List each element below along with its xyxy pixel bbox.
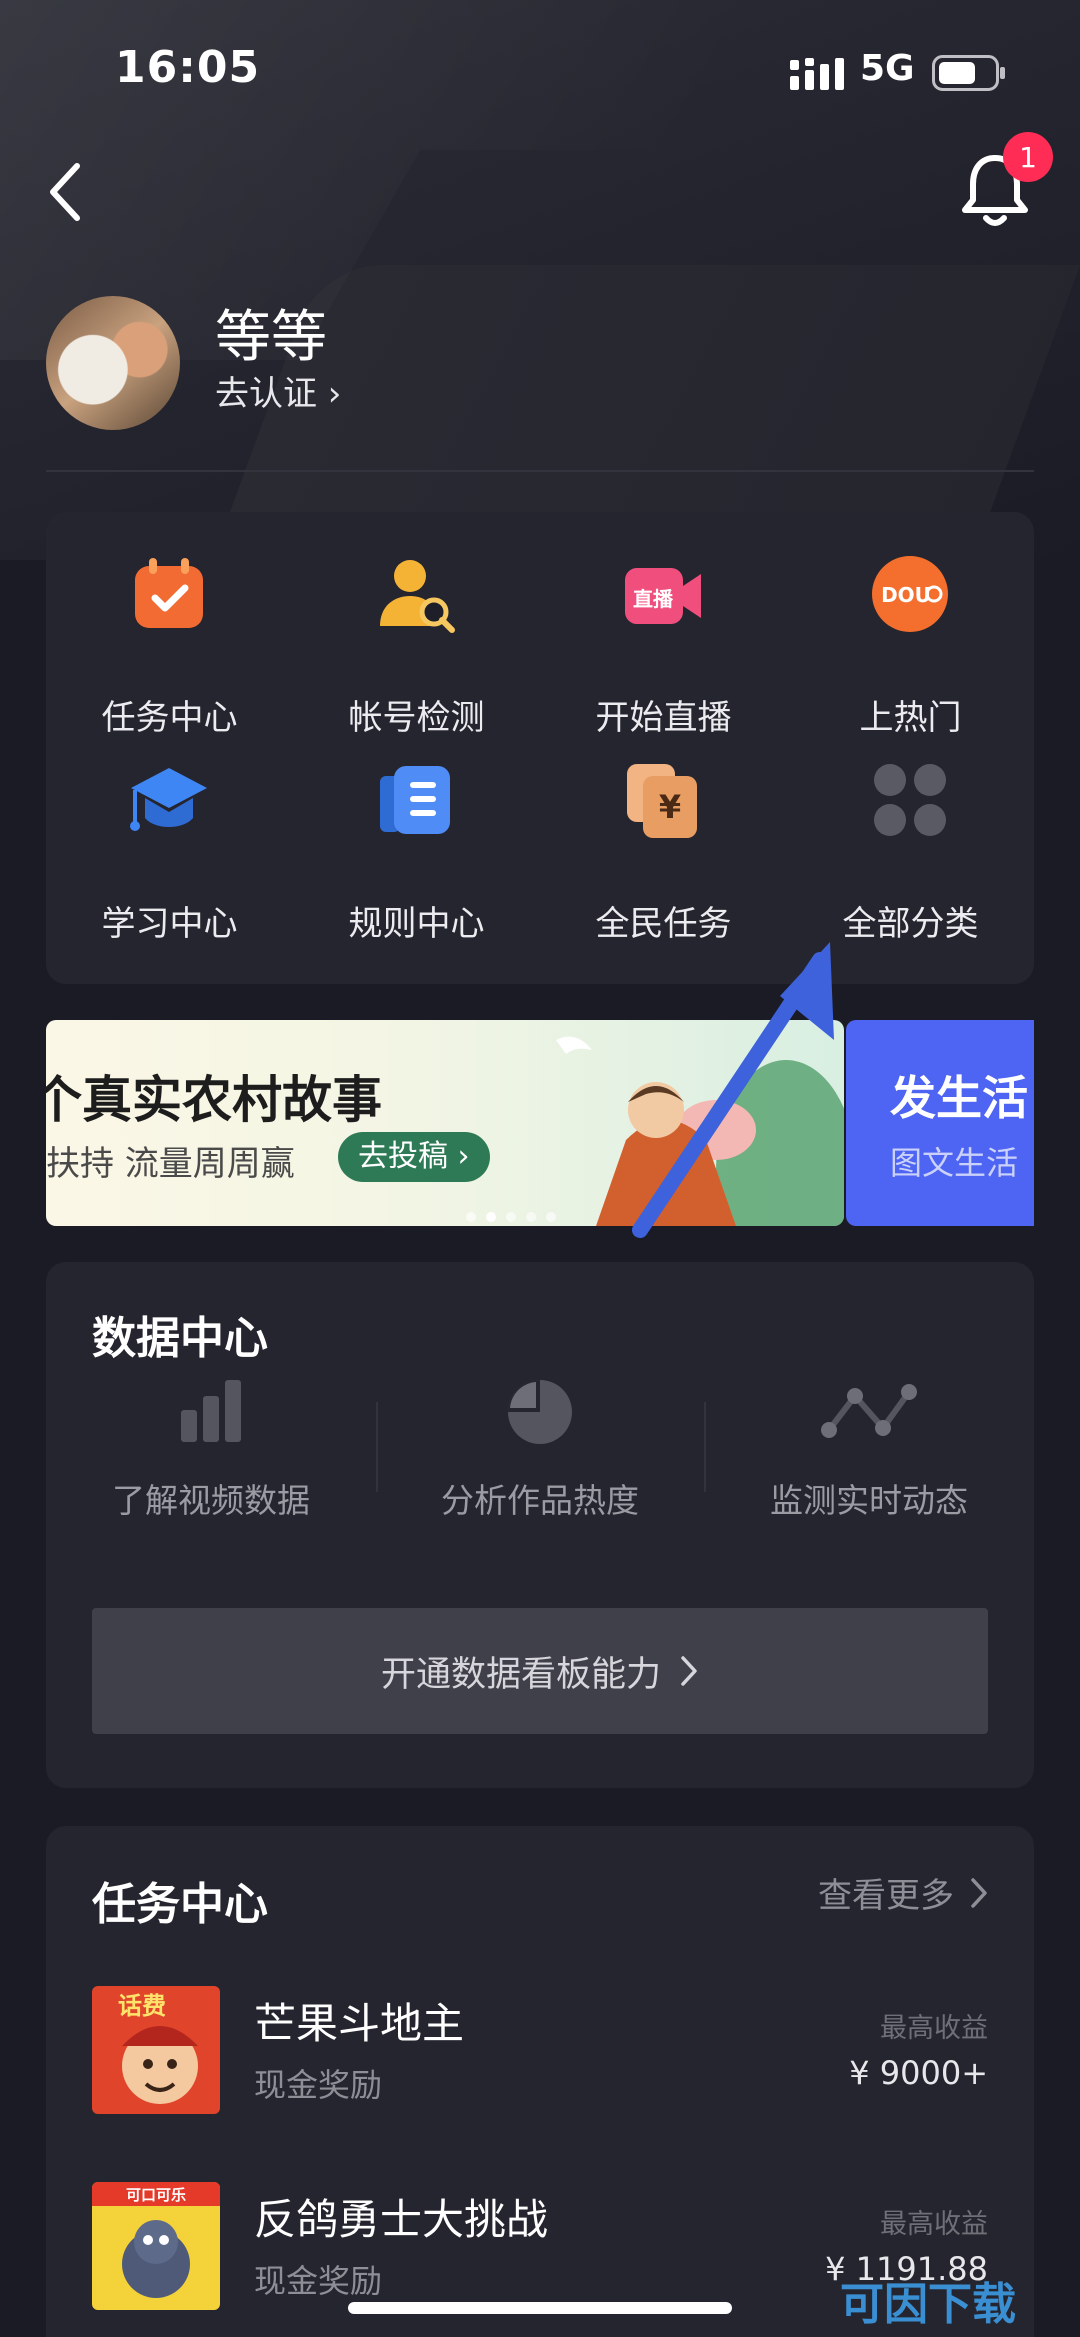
status-bar: 16:05 5G xyxy=(0,0,1080,140)
calendar-check-icon xyxy=(135,558,203,628)
task-tag: 现金奖励 xyxy=(254,2066,383,2104)
user-search-icon xyxy=(380,560,455,633)
task-tag: 现金奖励 xyxy=(254,2262,383,2300)
chevron-right-icon xyxy=(681,1656,697,1686)
chevron-right-icon xyxy=(971,1877,987,1908)
grid-item-task-center[interactable]: 任务中心 xyxy=(46,512,293,738)
network-type: 5G xyxy=(860,48,915,89)
grid-item-learning[interactable]: 学习中心 xyxy=(46,718,293,944)
open-dashboard-button[interactable]: 开通数据看板能力 xyxy=(92,1608,988,1734)
grid-item-account-check[interactable]: 帐号检测 xyxy=(293,512,540,738)
data-center-card: 数据中心 了解视频数据 分析作品热度 监测实时动态 开通数据看板能力 xyxy=(46,1262,1034,1788)
live-camera-icon: 直播 xyxy=(625,568,701,624)
grid-label: 全民任务 xyxy=(595,904,732,944)
banner-pagination xyxy=(466,1212,556,1222)
grid-item-all-tasks[interactable]: ¥ 全民任务 xyxy=(540,718,787,944)
data-center-title: 数据中心 xyxy=(92,1313,268,1364)
line-trend-icon xyxy=(821,1384,917,1438)
header-decoration xyxy=(229,265,1080,515)
task-reward-label: 最高收益 xyxy=(880,2209,988,2240)
task-thumb-text: 话费 xyxy=(118,1992,166,2020)
dou-plus-icon: DOU xyxy=(872,556,948,632)
signal-icon xyxy=(790,58,844,90)
grid-item-hot[interactable]: DOU 上热门 xyxy=(787,512,1034,738)
task-reward: ¥ 9000+ xyxy=(849,2054,988,2092)
svg-text:直播: 直播 xyxy=(633,587,674,611)
banner-side-title: 发生活 xyxy=(890,1071,1028,1125)
task-name: 芒果斗地主 xyxy=(254,1999,465,2048)
task-thumb-text: 可口可乐 xyxy=(126,2186,186,2204)
grid-item-all-categories[interactable]: 全部分类 xyxy=(787,718,1034,944)
watermark: 可因下载 xyxy=(840,2279,1016,2330)
svg-text:¥: ¥ xyxy=(659,788,681,826)
grid-label: 全部分类 xyxy=(842,904,979,944)
svg-text:DOU: DOU xyxy=(881,583,931,607)
tools-grid: 任务中心 帐号检测 直播 开始直播 DOU 上热门 学习中心 规则中心 ¥ 全民… xyxy=(46,512,1034,984)
view-more-link[interactable]: 查看更多 xyxy=(818,1868,988,1917)
banner-title: 个真实农村故事 xyxy=(46,1071,382,1129)
banner-main[interactable]: 个真实农村故事 扶持 流量周周赢 去投稿 › xyxy=(46,1020,844,1226)
battery-icon xyxy=(932,55,1005,91)
data-item-label: 了解视频数据 xyxy=(112,1481,310,1520)
open-dashboard-label: 开通数据看板能力 xyxy=(380,1654,661,1695)
data-item-realtime[interactable]: 监测实时动态 xyxy=(704,1374,1034,1524)
yen-cards-icon: ¥ xyxy=(627,764,697,838)
data-item-label: 分析作品热度 xyxy=(441,1481,639,1520)
data-item-label: 监测实时动态 xyxy=(770,1481,968,1520)
view-more-label: 查看更多 xyxy=(818,1876,954,1916)
banner-illustration xyxy=(556,1036,844,1226)
profile-name: 等等 xyxy=(215,305,327,370)
banner-subtitle: 扶持 流量周周赢 xyxy=(46,1144,295,1184)
task-row[interactable]: 话费 芒果斗地主 现金奖励 最高收益 ¥ 9000+ xyxy=(46,1986,1034,2116)
grid-item-start-live[interactable]: 直播 开始直播 xyxy=(540,512,787,738)
pie-chart-icon xyxy=(508,1380,572,1444)
back-button[interactable] xyxy=(45,160,85,224)
task-thumbnail: 可口可乐 xyxy=(92,2182,220,2310)
status-time: 16:05 xyxy=(115,42,261,93)
task-reward-label: 最高收益 xyxy=(880,2013,988,2044)
avatar[interactable] xyxy=(46,296,180,430)
task-name: 反鸽勇士大挑战 xyxy=(254,2195,549,2244)
grid-label: 学习中心 xyxy=(101,904,238,944)
grid-label: 规则中心 xyxy=(348,904,485,944)
submit-button[interactable]: 去投稿 › xyxy=(338,1132,490,1182)
apps-grid-icon xyxy=(874,764,946,836)
banner-side-subtitle: 图文生活 xyxy=(890,1144,1019,1182)
bar-chart-icon xyxy=(181,1380,241,1442)
data-item-video[interactable]: 了解视频数据 xyxy=(46,1374,376,1524)
task-center-card: 任务中心 查看更多 话费 芒果斗地主 现金奖励 最高收益 ¥ 9000+ 可口可… xyxy=(46,1826,1034,2337)
verify-link[interactable]: 去认证 › xyxy=(215,366,341,415)
data-item-heat[interactable]: 分析作品热度 xyxy=(375,1374,705,1524)
grid-item-rules[interactable]: 规则中心 xyxy=(293,718,540,944)
task-thumbnail: 话费 xyxy=(92,1986,220,2114)
divider xyxy=(46,470,1034,472)
graduation-cap-icon xyxy=(130,768,207,831)
home-indicator[interactable] xyxy=(348,2302,732,2314)
task-center-title: 任务中心 xyxy=(92,1879,268,1930)
rules-book-icon xyxy=(380,766,450,834)
banner-secondary[interactable]: 发生活 图文生活 xyxy=(846,1020,1034,1226)
notification-badge: 1 xyxy=(1003,132,1053,182)
